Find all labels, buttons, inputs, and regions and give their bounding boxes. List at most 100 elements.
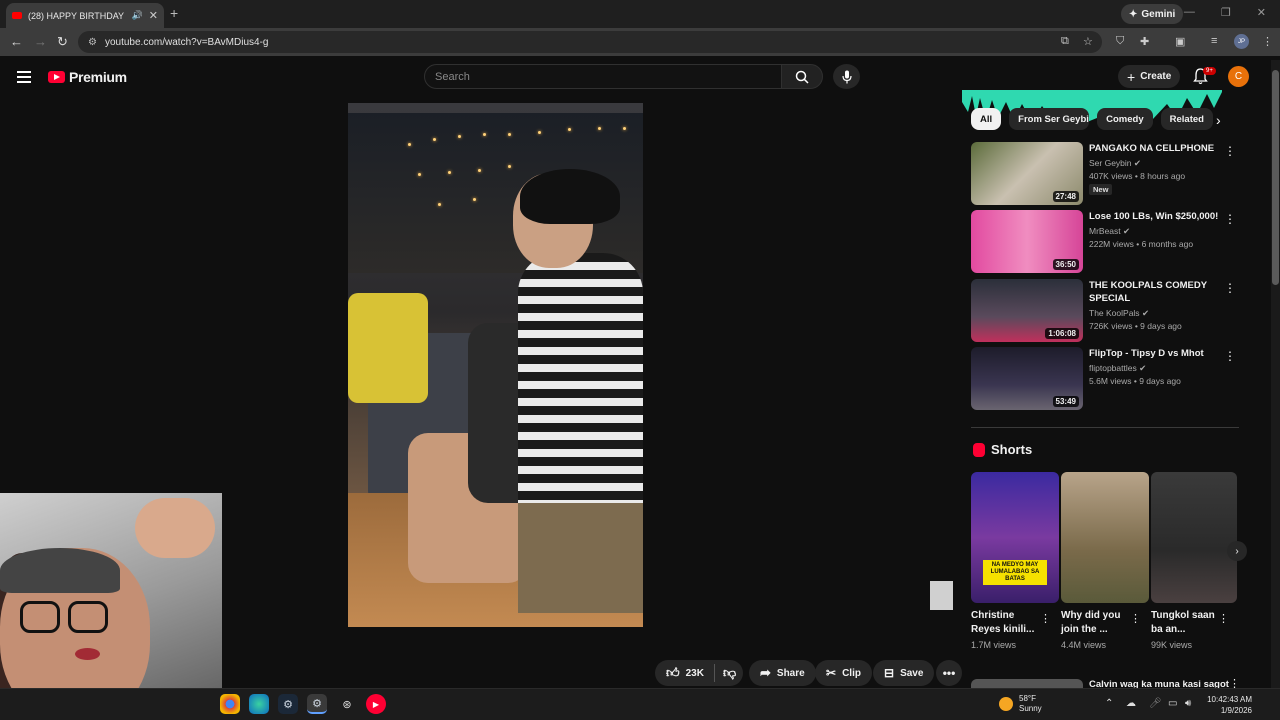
short-title[interactable]: Why did you join the ... bbox=[1061, 609, 1133, 637]
shorts-heading: Shorts bbox=[973, 442, 1032, 457]
reading-list-icon[interactable]: ≡ bbox=[1211, 35, 1217, 47]
chip-from-channel[interactable]: From Ser Geybin bbox=[1009, 108, 1090, 130]
plus-icon: + bbox=[1127, 68, 1136, 85]
more-vert-icon[interactable]: ⋮ bbox=[1224, 144, 1236, 158]
channel-name[interactable]: fliptopbattles ✔ bbox=[1089, 363, 1146, 374]
reload-icon[interactable]: ↻ bbox=[57, 34, 68, 50]
volume-icon[interactable]: 🔊︎ bbox=[1185, 698, 1191, 709]
forward-icon[interactable]: → bbox=[34, 34, 47, 49]
browser-menu-icon[interactable]: ⋮ bbox=[1262, 35, 1273, 48]
shorts-next-button[interactable]: › bbox=[1227, 541, 1247, 561]
user-avatar[interactable]: C bbox=[1228, 66, 1249, 87]
youtube-logo[interactable]: Premium bbox=[48, 69, 127, 85]
short-title[interactable]: Tungkol saan ba an... bbox=[1151, 609, 1223, 637]
side-panel-icon[interactable]: ▣ bbox=[1175, 35, 1185, 48]
audio-playing-icon[interactable]: 🔊 bbox=[132, 10, 143, 21]
chip-comedy[interactable]: Comedy bbox=[1097, 108, 1153, 130]
video-thumbnail[interactable]: 1:06:08 bbox=[971, 279, 1083, 342]
address-bar[interactable]: ⚙ youtube.com/watch?v=BAvMDius4-g bbox=[78, 31, 1102, 53]
chip-related[interactable]: Related bbox=[1160, 108, 1213, 130]
back-icon[interactable]: ← bbox=[10, 34, 23, 49]
thumbs-down-icon[interactable]: 👎︎ bbox=[723, 665, 736, 681]
mic-tray-icon[interactable]: 🎤︎ bbox=[1149, 698, 1162, 709]
extensions-puzzle-icon[interactable]: ✚ bbox=[1140, 35, 1149, 48]
channel-name[interactable]: MrBeast ✔ bbox=[1089, 226, 1130, 237]
short-item[interactable]: Why did you join the ... 4.4M views ⋮ bbox=[1061, 472, 1149, 650]
recommendation-item[interactable]: 1:06:08 THE KOOLPALS COMEDY SPECIAL The … bbox=[971, 279, 1241, 342]
more-vert-icon[interactable]: ⋮ bbox=[1224, 281, 1236, 295]
youtube-music-icon[interactable]: ▶ bbox=[366, 694, 386, 714]
search-button[interactable] bbox=[781, 64, 823, 89]
video-title[interactable]: Lose 100 LBs, Win $250,000! bbox=[1089, 210, 1219, 223]
search-input[interactable]: Search bbox=[424, 64, 782, 89]
chrome-icon[interactable] bbox=[220, 694, 240, 714]
webcam-overlay bbox=[0, 493, 222, 720]
chip-all[interactable]: All bbox=[971, 108, 1002, 130]
install-app-icon[interactable]: ⧉ bbox=[1061, 35, 1069, 48]
channel-name[interactable]: Ser Geybin ✔ bbox=[1089, 158, 1141, 169]
video-player[interactable] bbox=[348, 103, 643, 627]
steam-active-icon[interactable]: ⚙ bbox=[307, 694, 327, 714]
weather-desc: Sunny bbox=[1019, 704, 1042, 713]
hamburger-menu-icon[interactable] bbox=[17, 71, 31, 83]
video-title[interactable]: THE KOOLPALS COMEDY SPECIAL bbox=[1089, 279, 1219, 305]
onedrive-icon[interactable]: ☁ bbox=[1126, 698, 1136, 709]
video-title[interactable]: FlipTop - Tipsy D vs Mhot bbox=[1089, 347, 1219, 360]
short-views: 4.4M views bbox=[1061, 640, 1107, 650]
bookmark-star-icon[interactable]: ☆ bbox=[1083, 35, 1093, 48]
new-badge: New bbox=[1089, 184, 1113, 195]
window-close-icon[interactable]: ✕ bbox=[1257, 6, 1266, 19]
restore-icon[interactable]: ❐ bbox=[1221, 6, 1231, 19]
scrollbar-thumb[interactable] bbox=[1272, 70, 1279, 285]
like-button[interactable]: 👍︎ 23K bbox=[666, 665, 704, 681]
save-button[interactable]: ⊟ Save bbox=[873, 660, 935, 686]
display-icon[interactable]: ▭ bbox=[1168, 698, 1177, 709]
short-thumbnail[interactable]: NA MEDYO MAY LUMALABAG SA BATAS bbox=[971, 472, 1059, 603]
short-title[interactable]: Christine Reyes kinili... bbox=[971, 609, 1043, 637]
video-title[interactable]: PANGAKO NA CELLPHONE bbox=[1089, 142, 1219, 155]
recommendation-item[interactable]: 36:50 Lose 100 LBs, Win $250,000! MrBeas… bbox=[971, 210, 1241, 273]
video-person-yellow bbox=[348, 293, 428, 403]
video-thumbnail[interactable]: 36:50 bbox=[971, 210, 1083, 273]
system-clock[interactable]: 10:42:43 AM 1/9/2026 bbox=[1204, 694, 1252, 716]
tab-close-icon[interactable]: ✕ bbox=[149, 9, 158, 22]
video-thumbnail[interactable]: 27:48 bbox=[971, 142, 1083, 205]
more-vert-icon[interactable]: ⋮ bbox=[1130, 612, 1141, 625]
steam-icon[interactable]: ⚙ bbox=[278, 694, 298, 714]
new-tab-button[interactable]: + bbox=[170, 5, 178, 21]
short-item[interactable]: Tungkol saan ba an... 99K views ⋮ bbox=[1151, 472, 1237, 650]
site-info-icon[interactable]: ⚙ bbox=[88, 37, 97, 48]
edge-icon[interactable] bbox=[249, 694, 269, 714]
clip-button[interactable]: ✂ Clip bbox=[815, 660, 872, 686]
short-thumbnail[interactable] bbox=[1061, 472, 1149, 603]
short-item[interactable]: NA MEDYO MAY LUMALABAG SA BATAS Christin… bbox=[971, 472, 1059, 650]
more-vert-icon[interactable]: ⋮ bbox=[1218, 612, 1229, 625]
shield-extension-icon[interactable]: ⛉ bbox=[1116, 35, 1124, 48]
create-button[interactable]: + Create bbox=[1118, 65, 1181, 88]
string-light bbox=[568, 128, 571, 131]
voice-search-button[interactable] bbox=[833, 64, 860, 89]
weather-widget[interactable]: 58°F Sunny bbox=[999, 694, 1042, 714]
recommendation-item[interactable]: 27:48 PANGAKO NA CELLPHONE Ser Geybin ✔ … bbox=[971, 142, 1241, 205]
minimize-icon[interactable]: — bbox=[1184, 6, 1195, 19]
share-button[interactable]: ➦ Share bbox=[749, 660, 816, 686]
more-vert-icon[interactable]: ⋮ bbox=[1224, 349, 1236, 363]
chevron-up-icon[interactable]: ⌃ bbox=[1105, 698, 1113, 709]
video-person-hair bbox=[520, 169, 620, 224]
channel-thumbnail[interactable] bbox=[930, 581, 953, 610]
more-actions-button[interactable]: ••• bbox=[936, 660, 962, 686]
short-thumbnail[interactable] bbox=[1151, 472, 1237, 603]
channel-name[interactable]: The KoolPals ✔ bbox=[1089, 308, 1149, 319]
video-thumbnail[interactable]: 53:49 bbox=[971, 347, 1083, 410]
video-thumbnail[interactable] bbox=[971, 679, 1083, 688]
share-arrow-icon: ➦ bbox=[760, 665, 771, 680]
app-icon[interactable]: ⊛ bbox=[337, 694, 357, 714]
browser-tab[interactable]: (28) HAPPY BIRTHDAY BESF 🔊 ✕ bbox=[6, 3, 164, 28]
gemini-button[interactable]: ✦ Gemini bbox=[1121, 4, 1184, 24]
browser-profile-avatar[interactable]: JP bbox=[1234, 34, 1249, 49]
recommendation-item[interactable]: 53:49 FlipTop - Tipsy D vs Mhot fliptopb… bbox=[971, 347, 1241, 410]
string-light bbox=[508, 133, 511, 136]
more-vert-icon[interactable]: ⋮ bbox=[1040, 612, 1051, 625]
chevron-right-icon[interactable]: › bbox=[1216, 112, 1221, 128]
more-vert-icon[interactable]: ⋮ bbox=[1224, 212, 1236, 226]
